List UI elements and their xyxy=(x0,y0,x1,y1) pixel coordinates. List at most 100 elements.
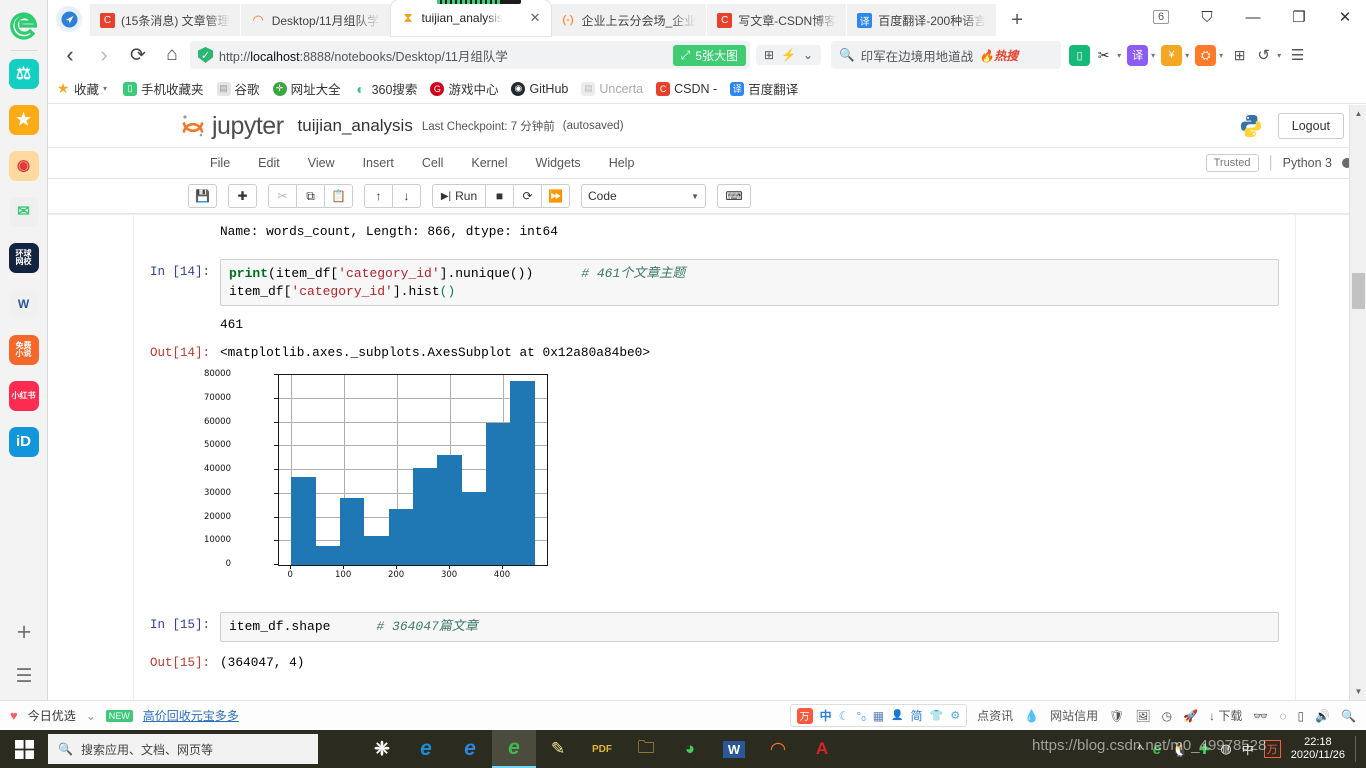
tab-4[interactable]: C 写文章-CSDN博客 xyxy=(707,4,848,36)
search-icon[interactable]: 🔍 xyxy=(1341,709,1356,723)
menu-help[interactable]: Help xyxy=(595,156,649,170)
search-input[interactable]: 🔍 印军在边境用地道战 🔥热搜 xyxy=(831,41,1062,69)
taskbar-app-jupyter[interactable]: ◠ xyxy=(756,730,800,768)
undo-extension-icon[interactable]: ↺ xyxy=(1253,45,1274,66)
shield-extension-icon[interactable]: ¥ xyxy=(1161,44,1183,66)
logout-button[interactable]: Logout xyxy=(1277,113,1344,139)
maximize-button[interactable]: ❐ xyxy=(1278,2,1320,32)
shape-icon[interactable]: ◌ xyxy=(1279,709,1286,723)
ime-keyboard-icon[interactable]: ▦ xyxy=(873,709,884,723)
scrollbar-thumb[interactable] xyxy=(1352,273,1365,309)
close-button[interactable]: ✕ xyxy=(1324,2,1366,32)
sound-icon[interactable]: 🔊 xyxy=(1315,709,1330,723)
jupyter-logo[interactable]: jupyter xyxy=(180,112,284,141)
dock-item-word-icon[interactable]: W xyxy=(8,289,39,319)
menu-extension-icon[interactable]: ☰ xyxy=(1287,45,1308,66)
menu-view[interactable]: View xyxy=(294,156,349,170)
bookmark-csdn[interactable]: C CSDN - xyxy=(656,81,717,96)
tray-ime-icon[interactable]: 中 xyxy=(1242,741,1254,758)
download-button[interactable]: ↓ 下载 xyxy=(1209,707,1242,724)
code-cell-15[interactable]: In [15]: item_df.shape # 364047篇文章 xyxy=(134,612,1295,642)
save-button[interactable]: 💾 xyxy=(188,184,217,208)
scroll-down-arrow-icon[interactable]: ▼ xyxy=(1350,683,1366,700)
ime-mode-chinese[interactable]: 中 xyxy=(820,707,832,724)
chevron-down-icon[interactable]: ▾ xyxy=(103,84,107,93)
run-button[interactable]: ▶| Run xyxy=(432,184,486,208)
forward-icon[interactable]: › xyxy=(88,40,120,70)
image-icon[interactable]: 🖼 xyxy=(1135,709,1150,723)
speed-icon[interactable]: ◷ xyxy=(1162,709,1172,723)
address-bar[interactable]: ✓ http://localhost:8888/notebooks/Deskto… xyxy=(190,41,750,69)
dock-item-mail-icon[interactable]: ✉ xyxy=(8,197,39,227)
minimize-button[interactable]: — xyxy=(1232,2,1274,32)
menu-edit[interactable]: Edit xyxy=(244,156,294,170)
chevron-down-icon[interactable]: ⌄ xyxy=(86,709,96,723)
notebook-name[interactable]: tuijian_analysis xyxy=(298,116,413,136)
vertical-scrollbar[interactable]: ▲ ▼ xyxy=(1349,105,1366,700)
taskbar-clock[interactable]: 22:18 2020/11/26 xyxy=(1291,736,1345,761)
code-editor-15[interactable]: item_df.shape # 364047篇文章 xyxy=(220,612,1279,642)
bookmark-github[interactable]: ◉ GitHub xyxy=(511,81,568,96)
menu-widgets[interactable]: Widgets xyxy=(522,156,595,170)
translate-extension-icon[interactable]: 译 xyxy=(1127,44,1149,66)
game-extension-icon[interactable]: ⛭ xyxy=(1195,44,1217,66)
tab-1[interactable]: ◠ Desktop/11月组队学 xyxy=(240,4,391,36)
show-desktop-button[interactable] xyxy=(1355,736,1356,762)
taskbar-app-editor[interactable]: ✎ xyxy=(536,730,580,768)
tab-0[interactable]: C (15条消息) 文章管理 xyxy=(90,4,241,36)
bookmark-google[interactable]: ▤ 谷歌 xyxy=(216,79,260,98)
tab-nav-button[interactable] xyxy=(56,6,82,32)
dock-item-baidu-icon[interactable]: iD xyxy=(8,427,39,457)
dock-menu-button[interactable]: ☰ xyxy=(15,667,32,686)
shield-icon[interactable]: 🛡 xyxy=(1109,709,1124,723)
menu-insert[interactable]: Insert xyxy=(349,156,408,170)
taskbar-app-explorer[interactable]: 🗀 xyxy=(624,730,668,768)
restart-kernel-button[interactable]: ⟳ xyxy=(513,184,542,208)
taskbar-app-edge[interactable]: e xyxy=(448,730,492,768)
tray-qq-icon[interactable]: 🐧 xyxy=(1171,741,1188,758)
dock-item-weibo-icon[interactable]: ◉ xyxy=(8,151,39,181)
site-credit-label[interactable]: 网站信用 xyxy=(1050,707,1098,724)
ime-punctuation-icon[interactable]: °ₒ xyxy=(856,709,865,723)
move-cell-up-button[interactable]: ↑ xyxy=(364,184,393,208)
tray-brightness-icon[interactable]: ◍ xyxy=(1220,741,1231,757)
bookmark-hao123[interactable]: ✛ 网址大全 xyxy=(272,79,341,98)
chevron-down-icon[interactable]: ▾ xyxy=(1151,51,1155,60)
interrupt-kernel-button[interactable]: ■ xyxy=(485,184,514,208)
ime-user-icon[interactable]: 👤 xyxy=(891,710,903,721)
ime-skin-icon[interactable]: 👕 xyxy=(930,709,944,722)
code-editor-14[interactable]: print(item_df['category_id'].nunique()) #… xyxy=(220,259,1279,307)
scroll-up-arrow-icon[interactable]: ▲ xyxy=(1350,105,1366,122)
tray-360-safe-icon[interactable]: ✚ xyxy=(1199,741,1211,758)
taskbar-app-word[interactable]: W xyxy=(712,730,756,768)
tab-3[interactable]: (-) 企业上云分会场_企业 xyxy=(550,4,708,36)
menu-kernel[interactable]: Kernel xyxy=(457,156,521,170)
ime-toolbar[interactable]: 万 中 ☾ °ₒ ▦ 👤 简 👕 ⚙ xyxy=(789,704,968,727)
ime-moon-icon[interactable]: ☾ xyxy=(839,709,850,723)
new-tab-button[interactable]: + xyxy=(997,9,1037,36)
tray-expand-icon[interactable]: ^ xyxy=(1137,742,1143,756)
dock-item-huanqiu-icon[interactable]: 环球 网校 xyxy=(8,243,39,273)
dock-item-xiaohongshu-icon[interactable]: 小红书 xyxy=(8,381,39,411)
command-palette-button[interactable]: ⌨ xyxy=(717,184,751,208)
chevron-down-icon[interactable]: ▾ xyxy=(1219,51,1223,60)
taskbar-app-ie[interactable]: e xyxy=(404,730,448,768)
cell-type-select[interactable]: Code ▼ xyxy=(581,184,706,208)
apps-extension-icon[interactable]: ⊞ xyxy=(1229,45,1250,66)
restart-run-all-button[interactable]: ⏩ xyxy=(541,184,570,208)
omnibox-tools[interactable]: ⊞ ⚡ ⌄ xyxy=(756,45,822,65)
tab-5[interactable]: 译 百度翻译-200种语言 xyxy=(847,4,998,36)
window-count-badge[interactable]: 6 xyxy=(1140,2,1182,32)
note-extension-icon[interactable]: ▯ xyxy=(1069,44,1091,66)
bookmark-uncertain[interactable]: ▤ Uncerta xyxy=(581,81,643,96)
tab-close-icon[interactable]: ✕ xyxy=(530,10,541,26)
taskbar-app-pdf[interactable]: PDF xyxy=(580,730,624,768)
bookmark-so360[interactable]: ◐ 360搜索 xyxy=(354,79,417,98)
ime-simplified-icon[interactable]: 简 xyxy=(911,707,923,724)
taskbar-app-360browser[interactable]: e xyxy=(492,730,536,768)
bigpic-button[interactable]: ⤢ 5张大图 xyxy=(672,44,746,66)
bookmark-game-center[interactable]: G 游戏中心 xyxy=(430,79,498,98)
move-cell-down-button[interactable]: ↓ xyxy=(392,184,421,208)
menu-file[interactable]: File xyxy=(196,156,244,170)
dock-item-health-icon[interactable]: ⚖ xyxy=(8,59,39,89)
